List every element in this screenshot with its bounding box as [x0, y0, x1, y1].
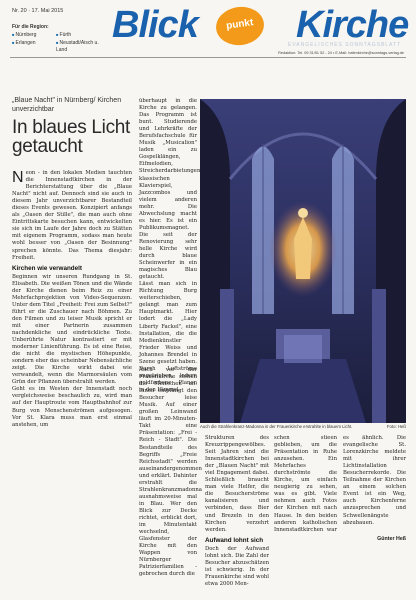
text-column-2-lower: Auch vor der Frauenkirche stehen die Men…: [139, 367, 202, 578]
article-headline: In blaues Licht getaucht: [12, 117, 131, 157]
photo-credit: Foto: Heß: [386, 424, 406, 429]
logo-word-blick: Blick: [112, 4, 199, 46]
text-column-2: überhaupt in die Kirche zu gelangen. Das…: [139, 98, 203, 394]
regions-title: Für die Region:: [12, 24, 49, 30]
region-item: Neustadt/Aisch u. Land: [56, 39, 106, 54]
header-divider: [10, 57, 406, 58]
paragraph: Auch vor der Frauenkirche stehen die Men…: [139, 367, 202, 578]
drop-cap: N: [12, 169, 24, 186]
article-kicker: „Blaue Nacht" in Nürnberg/ Kirchen unver…: [12, 97, 122, 113]
masthead-info: Nr. 20 · 17. Mai 2015 Für die Region: Nü…: [12, 8, 106, 54]
text-column-4: schen stieen geblieben, um die Präsentat…: [274, 435, 406, 543]
author-byline: Günter Heß: [377, 535, 406, 542]
logo-watermark: EVANGELISCHES SONNTAGSBLATT: [288, 42, 402, 48]
issue-line: Nr. 20 · 17. Mai 2015: [12, 8, 64, 14]
photo-caption: Auch die Strahlenkranz-Madonna in der Fr…: [200, 424, 406, 429]
newspaper-page: Nr. 20 · 17. Mai 2015 Für die Region: Nü…: [0, 0, 416, 600]
caption-text: Auch die Strahlenkranz-Madonna in der Fr…: [200, 424, 353, 429]
region-item: Erlangen: [12, 39, 56, 54]
paragraph: überhaupt in die Kirche zu gelangen. Das…: [139, 98, 203, 281]
region-item: Fürth: [56, 31, 106, 39]
logo-punkt-badge: punkt: [213, 3, 267, 49]
paragraph: Strukturen des Kreuzrippengewölbes.: [205, 435, 269, 449]
text-column-1: Neon - in den lokalen Medien tauchten di…: [12, 170, 132, 429]
paragraph: Beginnen wir unseren Rundgang in St. Eli…: [12, 273, 132, 386]
text-column-3: Strukturen des Kreuzrippengewölbes. Seit…: [205, 435, 269, 588]
paragraph: Doch der Aufwand lohnt sich. Die Zahl de…: [205, 545, 269, 587]
masthead-logo: Blick punkt Kirche EVANGELISCHES SONNTAG…: [108, 2, 409, 49]
subheading-kirchen: Kirchen wie verwandelt: [12, 264, 82, 272]
church-interior-photo: [200, 99, 406, 423]
paragraph: Seit Jahren sind die Innenstadtkirchen b…: [205, 449, 269, 533]
regions-list: Nürnberg Fürth Erlangen Neustadt/Aisch u…: [12, 31, 106, 54]
redaktion-contact: Redaktion: Tel. 09 31/51 52 - 24 • E-Mai…: [278, 51, 404, 55]
lead-paragraph: eon - in den lokalen Medien tauchten die…: [12, 170, 132, 261]
paragraph: schen stieen geblieben, um die Präsentat…: [274, 435, 406, 533]
region-item: Nürnberg: [12, 31, 56, 39]
paragraph: Geht es im Westen der Innenstadt noch ve…: [12, 386, 132, 428]
subheading-aufwand: Aufwand lohnt sich: [205, 536, 264, 544]
